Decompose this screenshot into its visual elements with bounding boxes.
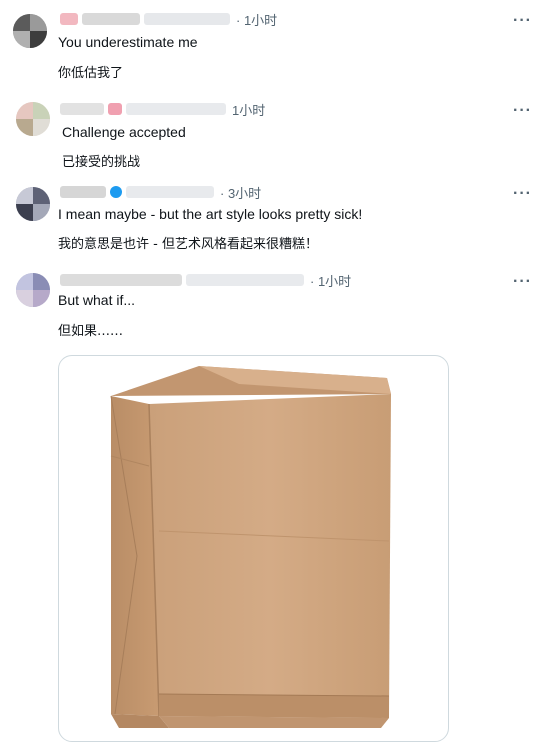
verified-badge-icon bbox=[110, 186, 122, 198]
avatar[interactable] bbox=[16, 102, 50, 136]
author-name[interactable] bbox=[60, 13, 78, 25]
timestamp[interactable]: · 1小时 bbox=[236, 10, 277, 29]
more-horizontal-icon[interactable]: ··· bbox=[513, 186, 532, 202]
author-name[interactable] bbox=[60, 186, 106, 198]
author-line[interactable]: · 1小时 bbox=[60, 10, 277, 29]
author-handle[interactable] bbox=[186, 274, 304, 286]
avatar[interactable] bbox=[16, 187, 50, 221]
timestamp[interactable]: · 1小时 bbox=[310, 271, 351, 290]
reply-2[interactable]: 1小时 ··· Challenge accepted 已接受的挑战 bbox=[0, 102, 550, 172]
reply-text: You underestimate me bbox=[58, 34, 198, 50]
author-line[interactable]: · 1小时 bbox=[60, 271, 351, 290]
author-handle[interactable] bbox=[144, 13, 230, 25]
paper-bag-image bbox=[110, 366, 391, 728]
reply-translation: 我的意思是也许 - 但艺术风格看起来很糟糕！ bbox=[58, 237, 318, 252]
reply-3[interactable]: · 3小时 ··· I mean maybe - but the art sty… bbox=[0, 185, 550, 255]
author-name[interactable] bbox=[60, 274, 182, 286]
avatar[interactable] bbox=[16, 273, 50, 307]
reply-text: I mean maybe - but the art style looks p… bbox=[58, 206, 363, 222]
author-handle[interactable] bbox=[126, 186, 214, 198]
more-horizontal-icon[interactable]: ··· bbox=[513, 103, 532, 119]
reply-translation: 已接受的挑战 bbox=[62, 155, 141, 170]
reply-translation: 你低估我了 bbox=[58, 66, 124, 81]
reply-text: But what if... bbox=[58, 292, 136, 308]
avatar[interactable] bbox=[13, 14, 47, 48]
media-image-card[interactable] bbox=[58, 355, 449, 742]
timestamp[interactable]: 1小时 bbox=[232, 100, 265, 119]
reply-text: Challenge accepted bbox=[62, 124, 186, 140]
author-line[interactable]: 1小时 bbox=[60, 100, 265, 119]
reply-translation: 但如果…… bbox=[58, 324, 124, 339]
more-horizontal-icon[interactable]: ··· bbox=[513, 274, 532, 290]
reply-1[interactable]: · 1小时 ··· You underestimate me 你低估我了 bbox=[0, 12, 550, 82]
author-handle[interactable] bbox=[126, 103, 226, 115]
more-horizontal-icon[interactable]: ··· bbox=[513, 13, 532, 29]
author-line[interactable]: · 3小时 bbox=[60, 183, 261, 202]
author-name[interactable] bbox=[60, 103, 104, 115]
timestamp[interactable]: · 3小时 bbox=[220, 183, 261, 202]
